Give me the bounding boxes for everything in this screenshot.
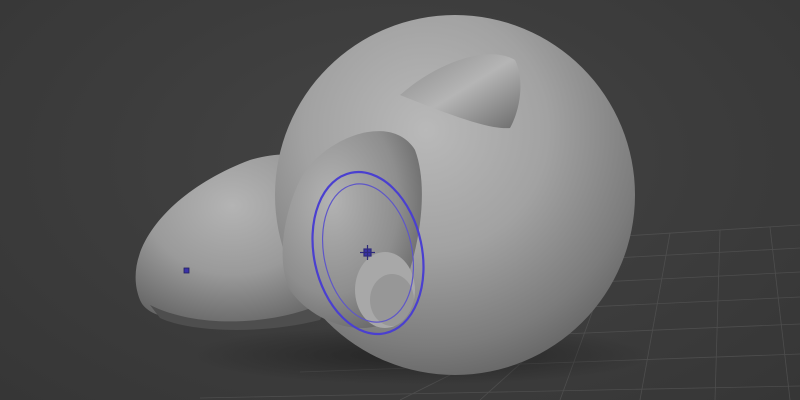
- pivot-marker: [183, 267, 190, 274]
- viewport-canvas[interactable]: [0, 0, 800, 400]
- 3d-viewport[interactable]: [0, 0, 800, 400]
